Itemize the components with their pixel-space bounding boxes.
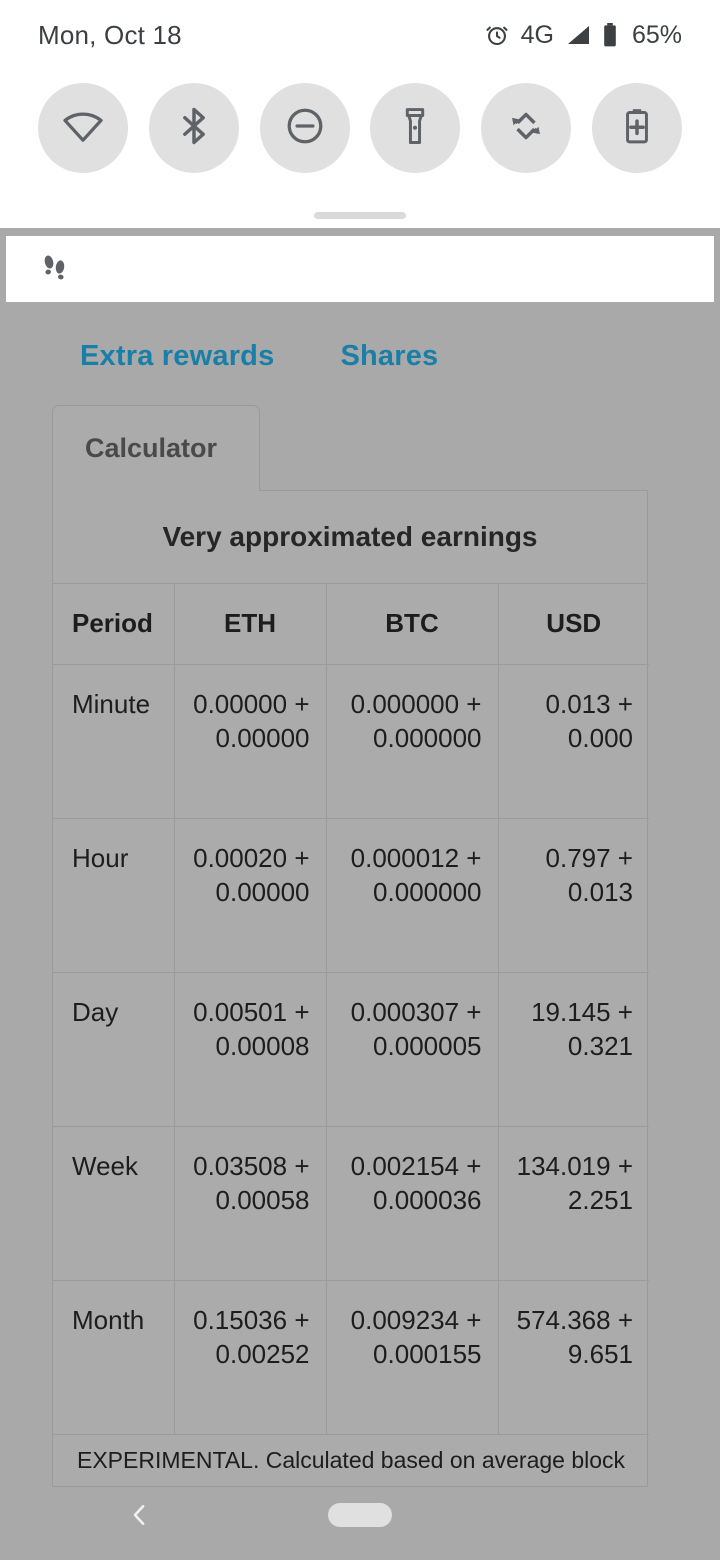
- alarm-icon: [484, 22, 510, 48]
- cell-usd: 0.013 + 0.000: [498, 664, 649, 819]
- table-row: Day 0.00501 + 0.00008 0.000307 + 0.00000…: [53, 972, 649, 1127]
- wifi-icon: [60, 103, 106, 154]
- panel-title: Very approximated earnings: [53, 491, 647, 584]
- table-header-row: Period ETH BTC USD: [53, 584, 649, 665]
- cell-period: Hour: [53, 818, 175, 973]
- tab-extra-rewards[interactable]: Extra rewards: [80, 340, 274, 373]
- cell-eth: 0.00020 + 0.00000: [174, 818, 327, 973]
- wifi-tile[interactable]: [38, 83, 128, 173]
- cell-period: Week: [53, 1126, 175, 1281]
- cell-btc: 0.002154 + 0.000036: [326, 1126, 499, 1281]
- cell-eth: 0.03508 + 0.00058: [174, 1126, 327, 1281]
- cell-usd: 0.797 + 0.013: [498, 818, 649, 973]
- cell-period: Month: [53, 1280, 175, 1435]
- do-not-disturb-icon: [283, 104, 327, 153]
- flashlight-icon: [394, 105, 436, 152]
- battery-saver-tile[interactable]: [591, 83, 682, 173]
- cell-eth: 0.00501 + 0.00008: [174, 972, 327, 1127]
- cell-eth: 0.00000 + 0.00000: [174, 664, 327, 819]
- tab-calculator-label: Calculator: [85, 433, 218, 463]
- table-row: Week 0.03508 + 0.00058 0.002154 + 0.0000…: [53, 1126, 649, 1281]
- home-pill-indicator[interactable]: [328, 1503, 392, 1527]
- status-bar: Mon, Oct 18 4G 65%: [0, 0, 720, 70]
- cell-eth: 0.15036 + 0.00252: [174, 1280, 327, 1435]
- notification-card[interactable]: [6, 236, 714, 302]
- tab-shares[interactable]: Shares: [340, 340, 438, 373]
- do-not-disturb-tile[interactable]: [259, 83, 350, 173]
- earnings-panel: Very approximated earnings Period ETH BT…: [52, 490, 649, 1487]
- bluetooth-icon: [172, 104, 216, 153]
- cell-btc: 0.000012 + 0.000000: [326, 818, 499, 973]
- column-header-usd: USD: [498, 584, 649, 665]
- cell-btc: 0.000000 + 0.000000: [326, 664, 499, 819]
- battery-percent-label: 65%: [631, 20, 682, 49]
- cell-period: Minute: [53, 664, 175, 819]
- cell-btc: 0.009234 + 0.000155: [326, 1280, 499, 1435]
- cell-usd: 134.019 + 2.251: [498, 1126, 649, 1281]
- table-row: Month 0.15036 + 0.00252 0.009234 + 0.000…: [53, 1280, 649, 1435]
- battery-icon: [602, 22, 618, 48]
- cell-btc: 0.000307 + 0.000005: [326, 972, 499, 1127]
- experimental-footnote: EXPERIMENTAL. Calculated based on averag…: [77, 1446, 626, 1473]
- battery-saver-icon: [616, 105, 658, 152]
- quick-settings-shade: Mon, Oct 18 4G 65%: [0, 0, 720, 228]
- auto-rotate-tile[interactable]: [481, 83, 572, 173]
- back-chevron-icon[interactable]: [118, 1493, 162, 1537]
- signal-icon: [565, 24, 591, 46]
- footprints-icon: [40, 251, 70, 288]
- network-type-label: 4G: [520, 20, 554, 49]
- cell-period: Day: [53, 972, 175, 1127]
- table-row: Minute 0.00000 + 0.00000 0.000000 + 0.00…: [53, 664, 649, 819]
- status-bar-icons: 4G 65%: [484, 21, 682, 50]
- earnings-table: Period ETH BTC USD Minute 0.00000 + 0.00…: [53, 584, 649, 1435]
- cell-usd: 19.145 + 0.321: [498, 972, 649, 1127]
- status-bar-date: Mon, Oct 18: [38, 19, 182, 50]
- tab-calculator[interactable]: Calculator: [52, 405, 260, 491]
- column-header-eth: ETH: [174, 584, 327, 665]
- quick-settings-tiles: [0, 78, 720, 178]
- bluetooth-tile[interactable]: [148, 83, 239, 173]
- top-tabs: Extra rewards Shares: [0, 340, 720, 373]
- auto-rotate-icon: [504, 104, 548, 153]
- cell-usd: 574.368 + 9.651: [498, 1280, 649, 1435]
- drag-handle[interactable]: [314, 212, 406, 219]
- column-header-period: Period: [53, 584, 175, 665]
- table-row: Hour 0.00020 + 0.00000 0.000012 + 0.0000…: [53, 818, 649, 973]
- column-header-btc: BTC: [326, 584, 499, 665]
- flashlight-tile[interactable]: [370, 83, 461, 173]
- app-content: Extra rewards Shares Calculator Very app…: [0, 302, 720, 1487]
